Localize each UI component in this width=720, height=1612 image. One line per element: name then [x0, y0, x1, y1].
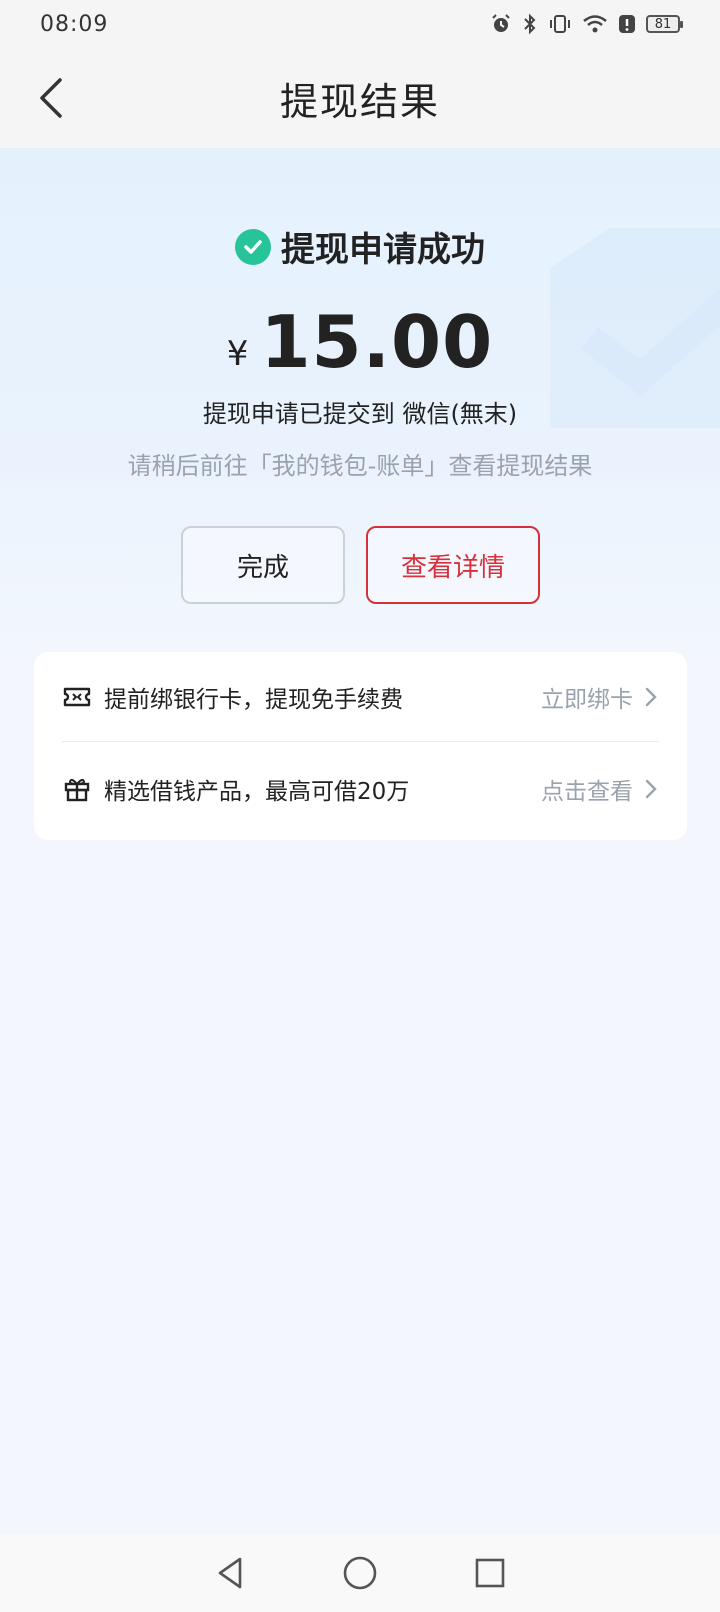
view-detail-button[interactable]: 查看详情 [366, 526, 540, 604]
promo-label: 精选借钱产品，最高可借20万 [104, 779, 410, 805]
system-nav-bar [0, 1534, 720, 1612]
vibrate-icon [550, 15, 570, 33]
promo-bind-card-row[interactable]: 提前绑银行卡，提现免手续费 立即绑卡 [62, 652, 659, 742]
back-button[interactable] [24, 72, 76, 124]
wifi-icon [583, 15, 607, 33]
hint-text: 请稍后前往「我的钱包-账单」查看提现结果 [127, 452, 593, 480]
currency-symbol: ¥ [226, 334, 249, 374]
status-time: 08:09 [40, 11, 109, 37]
page-title: 提现结果 [279, 79, 440, 124]
success-status: 提现申请成功 [0, 222, 720, 271]
promo-loan-row[interactable]: 精选借钱产品，最高可借20万 点击查看 [62, 744, 659, 834]
status-icons: 81 [490, 13, 683, 35]
amount-value: 15.00 [260, 300, 494, 384]
alarm-icon [492, 14, 510, 32]
nav-back-icon[interactable] [214, 1555, 246, 1591]
done-button[interactable]: 完成 [181, 526, 345, 604]
promo-action[interactable]: 立即绑卡 [541, 680, 633, 714]
amount-display: ¥ 15.00 [0, 300, 720, 384]
promo-card: 提前绑银行卡，提现免手续费 立即绑卡 精选借钱产品，最高可借20万 点击查看 [34, 652, 687, 840]
status-bar: 08:09 81 [0, 0, 720, 48]
chevron-right-icon [645, 779, 657, 799]
nav-recents-icon[interactable] [474, 1557, 506, 1589]
nav-home-icon[interactable] [342, 1555, 378, 1591]
ticket-icon [62, 682, 92, 712]
submitted-text: 提现申请已提交到 微信(無末) [202, 400, 518, 428]
chevron-right-icon [645, 687, 657, 706]
gift-icon [62, 774, 92, 804]
bluetooth-icon [524, 13, 536, 35]
nav-bar: 提现结果 [0, 48, 720, 148]
promo-action[interactable]: 点击查看 [541, 772, 633, 806]
chevron-left-icon [40, 78, 62, 118]
check-circle-icon [235, 228, 271, 265]
alert-icon [619, 15, 635, 33]
success-text: 提现申请成功 [281, 230, 485, 270]
battery-indicator: 81 [646, 15, 683, 33]
promo-label: 提前绑银行卡，提现免手续费 [104, 686, 403, 713]
